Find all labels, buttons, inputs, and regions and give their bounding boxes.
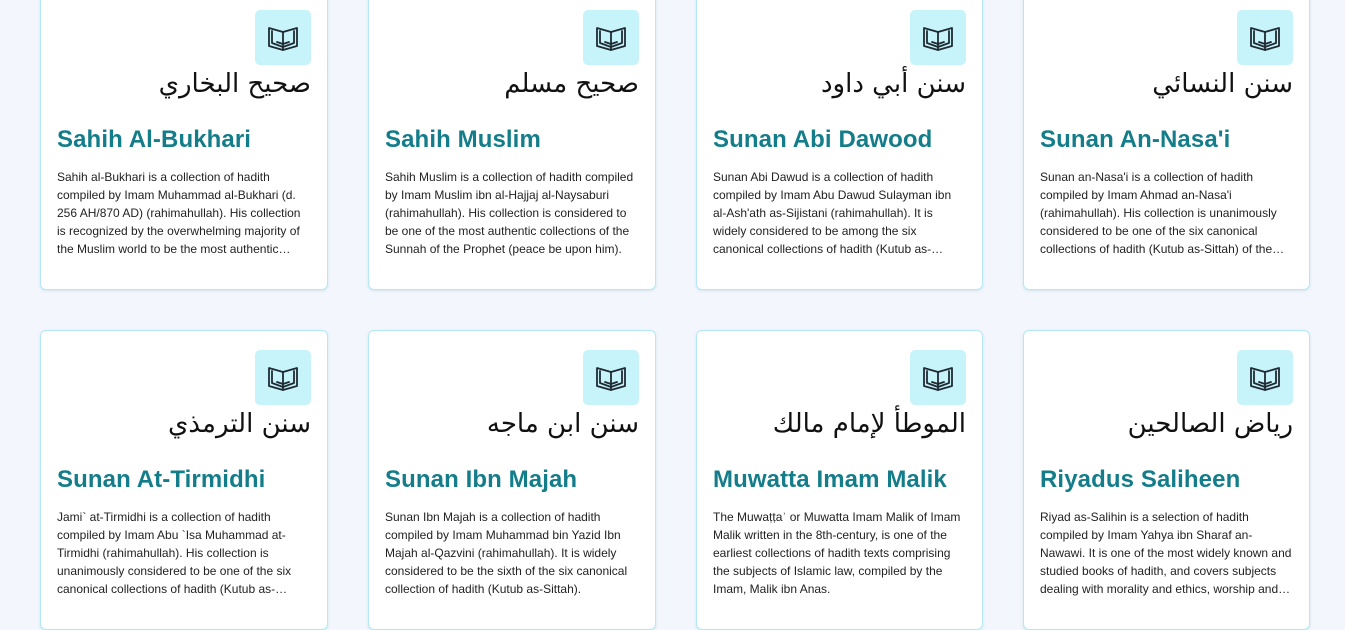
arabic-title: رياض الصالحين xyxy=(1127,409,1293,439)
collection-description: Sahih Muslim is a collection of hadith c… xyxy=(385,170,634,256)
collection-title[interactable]: Muwatta Imam Malik xyxy=(713,464,947,496)
open-book-icon xyxy=(255,10,311,65)
collection-description: Sunan an-Nasa'i is a collection of hadit… xyxy=(1040,170,1277,256)
collection-title[interactable]: Riyadus Saliheen xyxy=(1040,464,1240,496)
arabic-title: سنن ابن ماجه xyxy=(486,409,639,439)
arabic-title: سنن الترمذي xyxy=(168,409,311,439)
open-book-icon xyxy=(583,10,639,65)
collection-title[interactable]: Sunan Ibn Majah xyxy=(385,464,577,496)
open-book-icon xyxy=(1237,350,1293,405)
collection-card-ibn-majah[interactable]: سنن ابن ماجه Sunan Ibn Majah Sunan Ibn M… xyxy=(368,330,656,630)
arabic-title: صحيح البخاري xyxy=(158,69,311,99)
collection-card-nasai[interactable]: سنن النسائي Sunan An-Nasa'i Sunan an-Nas… xyxy=(1023,0,1310,290)
collection-title[interactable]: Sunan An-Nasa'i xyxy=(1040,124,1230,156)
open-book-icon xyxy=(910,10,966,65)
collection-card-abi-dawood[interactable]: سنن أبي داود Sunan Abi Dawood Sunan Abi … xyxy=(696,0,983,290)
collection-description: The Muwaṭṭaʾ or Muwatta Imam Malik of Im… xyxy=(713,510,961,596)
collection-description: Sahih al-Bukhari is a collection of hadi… xyxy=(57,170,301,256)
collection-title[interactable]: Sahih Muslim xyxy=(385,124,541,156)
open-book-icon xyxy=(910,350,966,405)
arabic-title: الموطأ لإمام مالك xyxy=(772,409,966,439)
collection-description: Sunan Abi Dawud is a collection of hadit… xyxy=(713,170,952,256)
open-book-icon xyxy=(1237,10,1293,65)
hadith-collections-grid: صحيح البخاري Sahih Al-Bukhari Sahih al-B… xyxy=(40,0,1310,630)
collection-title[interactable]: Sunan At-Tirmidhi xyxy=(57,464,265,496)
open-book-icon xyxy=(583,350,639,405)
collection-card-muwatta[interactable]: الموطأ لإمام مالك Muwatta Imam Malik The… xyxy=(696,330,983,630)
open-book-icon xyxy=(255,350,311,405)
collection-description: Jami` at-Tirmidhi is a collection of had… xyxy=(57,510,292,596)
collection-card-muslim[interactable]: صحيح مسلم Sahih Muslim Sahih Muslim is a… xyxy=(368,0,656,290)
arabic-title: صحيح مسلم xyxy=(504,69,639,99)
collection-card-bukhari[interactable]: صحيح البخاري Sahih Al-Bukhari Sahih al-B… xyxy=(40,0,328,290)
collection-card-tirmidhi[interactable]: سنن الترمذي Sunan At-Tirmidhi Jami` at-T… xyxy=(40,330,328,630)
arabic-title: سنن النسائي xyxy=(1152,69,1293,99)
collection-description: Riyad as-Salihin is a selection of hadit… xyxy=(1040,510,1292,596)
collection-card-riyadus-saliheen[interactable]: رياض الصالحين Riyadus Saliheen Riyad as-… xyxy=(1023,330,1310,630)
collection-description: Sunan Ibn Majah is a collection of hadit… xyxy=(385,510,628,596)
arabic-title: سنن أبي داود xyxy=(820,69,966,99)
collection-title[interactable]: Sahih Al-Bukhari xyxy=(57,124,251,156)
collection-title[interactable]: Sunan Abi Dawood xyxy=(713,124,932,156)
